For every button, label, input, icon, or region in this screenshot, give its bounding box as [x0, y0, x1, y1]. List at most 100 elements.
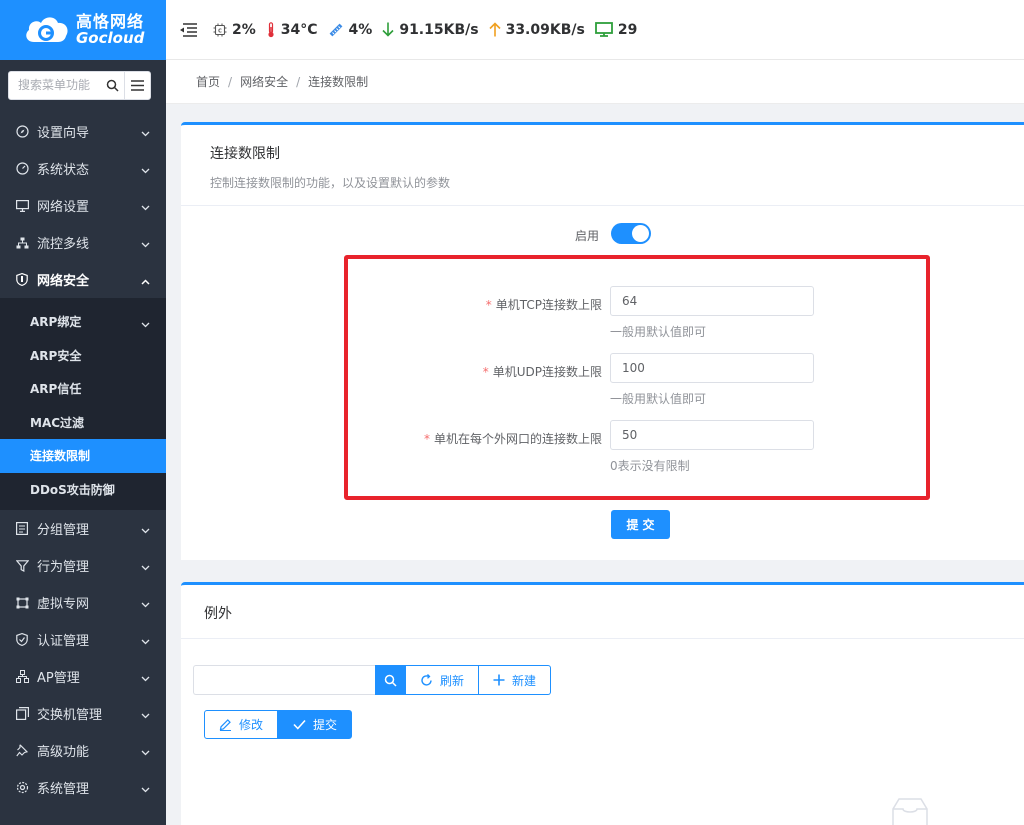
compass-icon	[15, 125, 29, 139]
chevron-down-icon	[141, 126, 150, 141]
brand-name-en: Gocloud	[76, 28, 145, 47]
sidebar-item-label: 流控多线	[37, 237, 90, 252]
sidebar-item-label: ARP安全	[30, 348, 82, 363]
new-button[interactable]: 新建	[479, 665, 552, 695]
exception-submit-button[interactable]: 提交	[278, 710, 353, 739]
search-button[interactable]	[375, 665, 405, 695]
sidebar-item-auth-management[interactable]: 认证管理	[0, 621, 166, 658]
sidebar-item-system-status[interactable]: 系统状态	[0, 150, 166, 187]
card-description: 控制连接数限制的功能，以及设置默认的参数	[210, 176, 451, 190]
udp-limit-label: * 单机UDP连接数上限	[482, 365, 602, 379]
breadcrumb-home[interactable]: 首页	[196, 73, 220, 90]
tcp-limit-label: * 单机TCP连接数上限	[485, 298, 602, 312]
sidebar: 高恪网络 Gocloud 设置向导 系统状态 网络设置	[0, 0, 166, 825]
menu-search-input[interactable]	[9, 78, 101, 92]
breadcrumb-current: 连接数限制	[308, 75, 369, 89]
sidebar-item-label: 系统管理	[37, 782, 90, 797]
ap-icon	[15, 670, 29, 684]
exception-card: 例外 刷新 新建 修改 提交	[181, 582, 1024, 825]
check-icon	[293, 719, 306, 730]
sidebar-fold-icon[interactable]	[179, 22, 197, 37]
upload-value: 33.09KB/s	[505, 21, 585, 38]
wan-limit-input[interactable]	[610, 420, 814, 450]
chevron-down-icon	[141, 317, 150, 331]
temperature: 34°C	[266, 22, 318, 38]
sidebar-item-network-security[interactable]: 网络安全	[0, 261, 166, 298]
search-icon	[384, 674, 397, 687]
sidebar-item-label: 认证管理	[37, 634, 90, 649]
chevron-down-icon	[141, 200, 150, 215]
sidebar-item-advanced[interactable]: 高级功能	[0, 732, 166, 769]
sidebar-subitem-arp-security[interactable]: ARP安全	[0, 339, 166, 373]
breadcrumb: 首页 / 网络安全 / 连接数限制	[166, 60, 1024, 104]
sidebar-item-label: 行为管理	[37, 560, 90, 575]
sidebar-item-label: AP管理	[37, 671, 80, 686]
required-mark: *	[482, 365, 489, 379]
sidebar-item-system-management[interactable]: 系统管理	[0, 769, 166, 806]
online-terminals: 29	[594, 22, 637, 38]
sidebar-item-switch-management[interactable]: 交换机管理	[0, 695, 166, 732]
upload-speed: 33.09KB/s	[489, 22, 585, 38]
menu-toggle-icon[interactable]	[124, 71, 150, 99]
brand-logo[interactable]: 高恪网络 Gocloud	[0, 0, 166, 60]
download-speed: 91.15KB/s	[382, 21, 479, 38]
sidebar-item-behavior-management[interactable]: 行为管理	[0, 547, 166, 584]
enable-toggle[interactable]	[611, 223, 651, 244]
sidebar-item-label: 网络设置	[37, 200, 90, 215]
refresh-button[interactable]: 刷新	[405, 665, 480, 695]
connection-limit-card: 连接数限制 控制连接数限制的功能，以及设置默认的参数 启用 * 单机TCP连接数上…	[181, 122, 1024, 560]
chevron-down-icon	[141, 782, 150, 797]
breadcrumb-network-security[interactable]: 网络安全	[240, 73, 288, 90]
submit-button[interactable]: 提交	[611, 510, 670, 539]
pin-icon	[15, 744, 29, 758]
sidebar-subitem-mac-filter[interactable]: MAC过滤	[0, 406, 166, 440]
brand-name-cn: 高恪网络	[76, 11, 145, 31]
chevron-down-icon	[141, 671, 150, 686]
memory-usage: 4%	[328, 22, 372, 38]
cpu-icon: C	[213, 23, 227, 36]
sidebar-subitem-connection-limit[interactable]: 连接数限制	[0, 439, 166, 473]
download-value: 91.15KB/s	[399, 21, 479, 38]
enable-label: 启用	[575, 229, 600, 243]
refresh-icon	[421, 673, 432, 686]
group-icon	[15, 522, 29, 536]
exception-search-input[interactable]	[193, 665, 375, 695]
chevron-down-icon	[141, 560, 150, 575]
sidebar-item-flow-control[interactable]: 流控多线	[0, 224, 166, 261]
required-mark: *	[485, 298, 492, 312]
sidebar-subitem-arp-trust[interactable]: ARP信任	[0, 372, 166, 406]
sidebar-subitem-arp-binding[interactable]: ARP绑定	[0, 305, 166, 339]
sidebar-menu: 设置向导 系统状态 网络设置 流控多线 网络安全 ARP绑定 ARP安全 ARP…	[0, 113, 166, 806]
edit-button[interactable]: 修改	[204, 710, 279, 739]
svg-text:C: C	[218, 28, 222, 34]
tcp-limit-input[interactable]	[610, 286, 814, 316]
divider	[181, 205, 1024, 206]
arrow-down-icon	[382, 22, 394, 37]
network-security-submenu: ARP绑定 ARP安全 ARP信任 MAC过滤 连接数限制 DDoS攻击防御	[0, 298, 166, 510]
chevron-down-icon	[141, 163, 150, 178]
sidebar-item-label: ARP信任	[30, 382, 82, 397]
shield-icon	[15, 273, 29, 287]
plus-icon	[493, 674, 505, 686]
sidebar-item-label: DDoS攻击防御	[30, 482, 115, 497]
search-icon[interactable]	[101, 72, 124, 99]
memory-icon	[329, 23, 342, 36]
cloud-logo-icon	[22, 12, 72, 48]
udp-limit-input[interactable]	[610, 353, 814, 383]
sidebar-item-vpn[interactable]: 虚拟专网	[0, 584, 166, 621]
required-mark: *	[423, 432, 430, 446]
network-tree-icon	[15, 236, 29, 250]
cpu-value: 2%	[232, 21, 256, 38]
cpu-usage: C 2%	[213, 22, 256, 38]
sidebar-item-setup-wizard[interactable]: 设置向导	[0, 113, 166, 150]
sidebar-item-network-settings[interactable]: 网络设置	[0, 187, 166, 224]
sidebar-subitem-ddos-defense[interactable]: DDoS攻击防御	[0, 473, 166, 507]
sidebar-item-group-management[interactable]: 分组管理	[0, 510, 166, 547]
chevron-down-icon	[141, 523, 150, 538]
chevron-down-icon	[141, 237, 150, 252]
breadcrumb-separator: /	[228, 74, 233, 89]
sidebar-item-ap-management[interactable]: AP管理	[0, 658, 166, 695]
wan-limit-hint: 0表示没有限制	[610, 459, 690, 473]
menu-search	[8, 70, 151, 100]
sidebar-item-label: MAC过滤	[30, 415, 85, 430]
